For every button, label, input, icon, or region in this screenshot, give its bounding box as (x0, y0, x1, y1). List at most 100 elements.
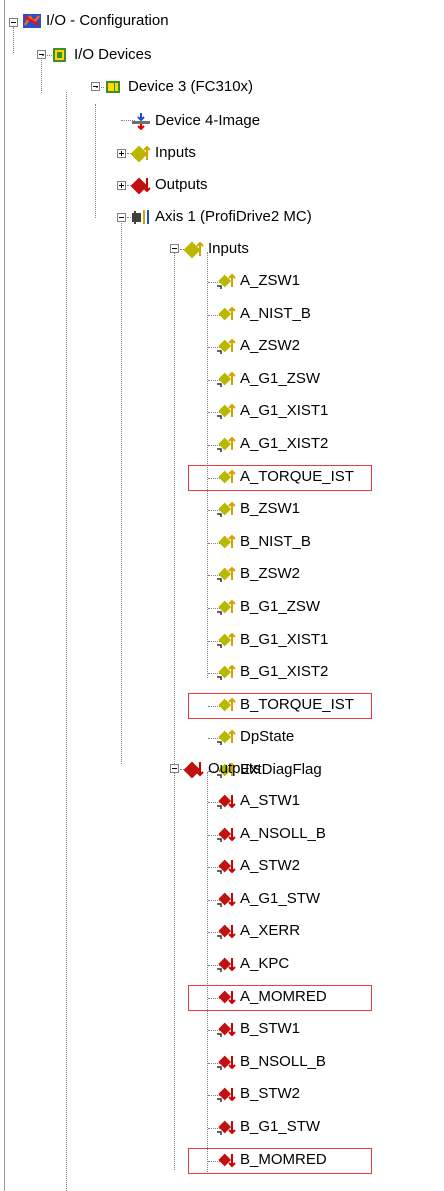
tree-node-variable[interactable]: B_G1_ZSW (216, 596, 320, 618)
tree-node-label: Axis 1 (ProfiDrive2 MC) (155, 208, 312, 225)
tree-node-label: B_STW1 (240, 1020, 301, 1038)
outputs-folder-icon (131, 176, 151, 194)
tree-node-variable[interactable]: B_MOMRED (216, 1149, 327, 1171)
tree-node-label: B_G1_XIST1 (240, 630, 329, 648)
tree-node-label: A_G1_ZSW (240, 369, 321, 387)
tree-node-label: B_G1_XIST2 (240, 663, 329, 681)
tree-node-variable[interactable]: A_TORQUE_IST (216, 466, 354, 488)
tree-node-variable[interactable]: B_TORQUE_IST (216, 694, 354, 716)
tree-node-label: Device 3 (FC310x) (128, 78, 254, 95)
tree-node-axis-1[interactable]: Axis 1 (ProfiDrive2 MC) (131, 206, 312, 228)
tree-node-device-outputs[interactable]: Outputs (131, 174, 208, 196)
tree-node-label: A_NIST_B (240, 304, 311, 322)
collapse-io-configuration[interactable] (9, 18, 18, 27)
tree-node-label: A_G1_STW (240, 889, 321, 907)
tree-node-variable[interactable]: A_ZSW2 (216, 335, 300, 357)
input-variable-icon (216, 272, 236, 290)
output-variable-icon (216, 825, 236, 843)
tree-node-device-inputs[interactable]: Inputs (131, 142, 196, 164)
tree-node-label: A_TORQUE_IST (240, 467, 354, 485)
input-variable-icon (216, 598, 236, 616)
tree-node-label: I/O Devices (74, 46, 152, 63)
tree-node-variable[interactable]: B_ZSW2 (216, 563, 300, 585)
input-variable-icon (216, 728, 236, 746)
output-variable-icon (216, 922, 236, 940)
tree-node-label: B_G1_STW (240, 1118, 321, 1135)
tree-node-variable[interactable]: A_MOMRED (216, 986, 327, 1008)
output-variable-icon (216, 857, 236, 875)
output-variable-icon (216, 1053, 236, 1071)
axis-icon (131, 208, 151, 226)
tree-node-variable[interactable]: B_NIST_B (216, 531, 311, 553)
tree-node-variable[interactable]: A_ZSW1 (216, 270, 300, 292)
tree-node-device-3[interactable]: Device 3 (FC310x) (104, 76, 253, 98)
tree-node-label: A_G1_XIST1 (240, 402, 329, 420)
tree-node-io-configuration[interactable]: I/O - Configuration (22, 10, 169, 32)
tree-guide-line (13, 27, 14, 53)
tree-node-variable[interactable]: B_G1_STW (216, 1116, 320, 1138)
tree-node-label: B_MOMRED (240, 1150, 327, 1168)
tree-node-label: A_ZSW1 (240, 272, 301, 289)
tree-node-variable[interactable]: B_G1_XIST1 (216, 629, 328, 651)
tree-node-label: B_ZSW2 (240, 565, 301, 583)
tree-guide-line (41, 60, 42, 93)
output-variable-icon (216, 1085, 236, 1103)
input-variable-icon (216, 305, 236, 323)
tree-node-variable[interactable]: A_NSOLL_B (216, 823, 326, 845)
tree-guide-line (174, 250, 175, 1170)
expand-device-inputs[interactable] (117, 149, 126, 158)
tree-node-variable[interactable]: A_STW1 (216, 790, 300, 812)
inputs-folder-icon (184, 240, 204, 258)
input-variable-icon (216, 370, 236, 388)
tree-node-variable[interactable]: A_G1_STW (216, 888, 320, 910)
output-variable-icon (216, 1020, 236, 1038)
tree-node-variable[interactable]: B_NSOLL_B (216, 1051, 326, 1073)
collapse-axis-inputs[interactable] (170, 244, 179, 253)
tree-guide-line (66, 92, 67, 1191)
tree-node-label: A_STW1 (240, 792, 301, 809)
tree-node-variable[interactable]: B_G1_XIST2 (216, 661, 328, 683)
io-configuration-icon (22, 12, 42, 30)
tree-node-label: Inputs (208, 240, 249, 257)
inputs-folder-icon (131, 144, 151, 162)
tree-node-label: A_NSOLL_B (240, 824, 326, 842)
collapse-axis-1[interactable] (117, 213, 126, 222)
tree-node-variable[interactable]: A_NIST_B (216, 303, 311, 325)
tree-node-label: Device 4-Image (155, 112, 261, 129)
output-variable-icon (216, 890, 236, 908)
tree-node-variable[interactable]: A_G1_XIST2 (216, 433, 328, 455)
input-variable-icon (216, 337, 236, 355)
tree-node-label: A_STW2 (240, 857, 301, 875)
tree-node-variable[interactable]: B_ZSW1 (216, 498, 300, 520)
tree-node-label: I/O - Configuration (46, 12, 169, 29)
tree-node-variable[interactable]: A_G1_ZSW (216, 368, 320, 390)
output-variable-icon (216, 792, 236, 810)
tree-node-label: A_XERR (240, 922, 301, 940)
expand-device-outputs[interactable] (117, 181, 126, 190)
tree-node-axis-outputs[interactable]: Outputs (184, 758, 261, 780)
tree-node-variable[interactable]: A_KPC (216, 953, 289, 975)
tree-node-label: DpState (240, 728, 295, 746)
tree-node-label: B_STW2 (240, 1085, 301, 1103)
output-variable-icon (216, 988, 236, 1006)
tree-node-device-image[interactable]: Device 4-Image (131, 110, 260, 132)
process-image-icon (131, 112, 151, 130)
device-card-icon (104, 78, 124, 96)
tree-node-variable[interactable]: B_STW2 (216, 1083, 300, 1105)
tree-node-variable[interactable]: A_G1_XIST1 (216, 400, 328, 422)
input-variable-icon (216, 696, 236, 714)
collapse-axis-outputs[interactable] (170, 764, 179, 773)
tree-node-variable[interactable]: DpState (216, 726, 294, 748)
input-variable-icon (216, 468, 236, 486)
tree-node-label: B_ZSW1 (240, 500, 301, 518)
tree-node-variable[interactable]: A_STW2 (216, 855, 300, 877)
tree-node-label: A_G1_XIST2 (240, 435, 329, 452)
tree-guide-line (96, 87, 104, 88)
input-variable-icon (216, 631, 236, 649)
tree-node-axis-inputs[interactable]: Inputs (184, 238, 249, 260)
tree-node-label: B_TORQUE_IST (240, 695, 354, 713)
tree-node-io-devices[interactable]: I/O Devices (50, 44, 152, 66)
tree-node-variable[interactable]: B_STW1 (216, 1018, 300, 1040)
tree-guide-line (95, 104, 96, 218)
tree-node-variable[interactable]: A_XERR (216, 920, 300, 942)
